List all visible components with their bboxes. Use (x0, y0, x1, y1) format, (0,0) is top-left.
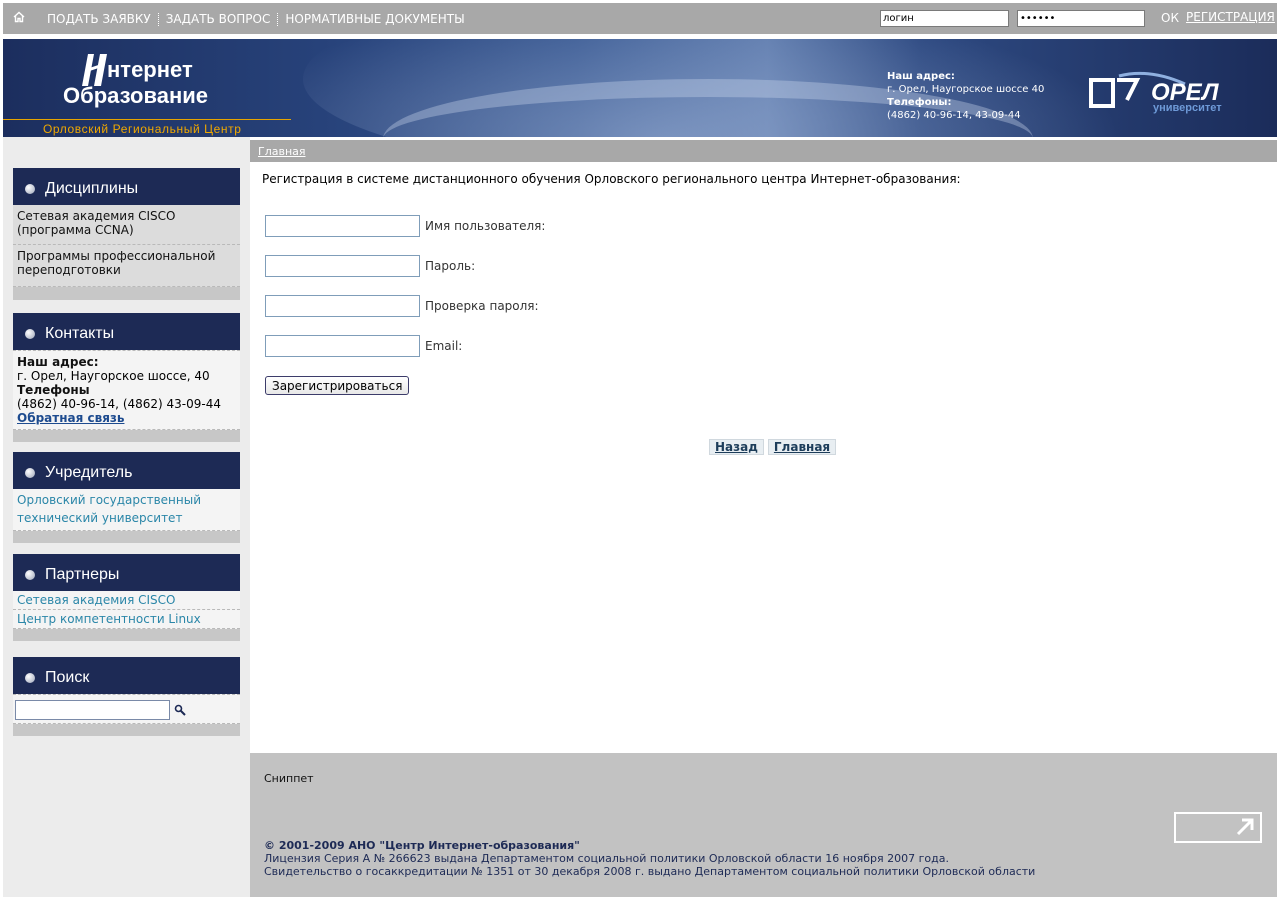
register-button[interactable]: Зарегистрироваться (265, 376, 410, 395)
counter-arrow-icon (1236, 818, 1254, 836)
header-phones-value: (4862) 40-96-14, 43-09-44 (887, 110, 1021, 121)
password-confirm-label: Проверка пароля: (425, 299, 539, 313)
bullet-icon (25, 329, 35, 339)
founder-header: Учредитель (13, 452, 240, 489)
founder-title: Учредитель (45, 464, 133, 481)
search-input[interactable] (15, 700, 170, 720)
footer-snippet: Сниппет (264, 772, 314, 785)
contacts-header: Контакты (13, 313, 240, 350)
search-header: Поиск (13, 657, 240, 694)
register-link[interactable]: РЕГИСТРАЦИЯ (1186, 10, 1275, 24)
nav-ask[interactable]: ЗАДАТЬ ВОПРОС (166, 12, 271, 26)
contacts-info: Наш адрес: г. Орел, Наугорское шоссе, 40… (13, 350, 240, 430)
search-title: Поиск (45, 669, 90, 686)
contacts-addr-value: г. Орел, Наугорское шоссе, 40 (17, 369, 210, 383)
login-input[interactable] (880, 10, 1009, 27)
logo-rule (3, 119, 291, 120)
breadcrumb: Главная (250, 140, 1277, 162)
university-logo-sub: университет (1153, 102, 1222, 114)
partners-title: Партнеры (45, 566, 120, 583)
username-label: Имя пользователя: (425, 219, 546, 233)
home-icon[interactable] (13, 11, 27, 25)
username-field[interactable] (265, 215, 420, 237)
search-block: Поиск (13, 657, 240, 736)
email-label: Email: (425, 339, 463, 353)
password-label: Пароль: (425, 259, 476, 273)
partners-block: Партнеры Сетевая академия CISCO Центр ко… (13, 554, 240, 641)
nav-docs[interactable]: НОРМАТИВНЫЕ ДОКУМЕНТЫ (285, 12, 464, 26)
email-field[interactable] (265, 335, 420, 357)
nav-apply[interactable]: ПОДАТЬ ЗАЯВКУ (47, 12, 151, 26)
password-confirm-row: Проверка пароля: (265, 295, 539, 317)
partners-header: Партнеры (13, 554, 240, 591)
disciplines-header: Дисциплины (13, 168, 240, 205)
sidebar-item-linux[interactable]: Центр компетентности Linux (13, 610, 240, 629)
block-footer (13, 531, 240, 543)
search-icon[interactable] (174, 704, 186, 716)
password-input[interactable] (1017, 10, 1145, 27)
bullet-icon (25, 468, 35, 478)
sidebar-item-cisco-ccna[interactable]: Сетевая академия CISCO (программа CCNA) (13, 205, 240, 245)
block-footer (13, 724, 240, 736)
login-ok-button[interactable]: ОК (1161, 11, 1179, 25)
password-field[interactable] (265, 255, 420, 277)
bullet-icon (25, 184, 35, 194)
contacts-phones-label: Телефоны (17, 383, 90, 397)
header-addr-value: г. Орел, Наугорское шоссе 40 (887, 84, 1045, 95)
footer-license: Лицензия Серия А № 266623 выдана Департа… (264, 852, 949, 865)
top-nav: ПОДАТЬ ЗАЯВКУ ЗАДАТЬ ВОПРОС НОРМАТИВНЫЕ … (47, 11, 465, 27)
password-row: Пароль: (265, 255, 475, 277)
bullet-icon (25, 570, 35, 580)
nav-separator (277, 12, 279, 26)
header-addr-label: Наш адрес: (887, 71, 955, 82)
contacts-phones-value: (4862) 40-96-14, (4862) 43-09-44 (17, 397, 221, 411)
footer-copyright: © 2001-2009 АНО "Центр Интернет-образова… (264, 839, 580, 852)
password-confirm-field[interactable] (265, 295, 420, 317)
sidebar-item-retraining[interactable]: Программы профессиональной переподготовк… (13, 245, 240, 287)
header-address: Наш адрес: г. Орел, Наугорское шоссе 40 … (887, 70, 1044, 122)
bottom-nav: Назад Главная (709, 439, 837, 455)
header-phones-label: Телефоны: (887, 97, 952, 108)
counter-badge[interactable] (1174, 812, 1262, 843)
block-footer (13, 430, 240, 442)
nav-separator (157, 12, 159, 26)
disciplines-title: Дисциплины (45, 180, 139, 197)
contacts-block: Контакты Наш адрес: г. Орел, Наугорское … (13, 313, 240, 442)
footer-accreditation: Свидетельство о госаккредитации № 1351 о… (264, 865, 1036, 878)
disciplines-block: Дисциплины Сетевая академия CISCO (прогр… (13, 168, 240, 300)
email-row: Email: (265, 335, 462, 357)
contacts-addr-label: Наш адрес: (17, 355, 99, 369)
logo-line2: Образование (63, 83, 208, 108)
bullet-icon (25, 673, 35, 683)
university-logo[interactable]: ОРЕЛ университет (1089, 70, 1241, 114)
username-row: Имя пользователя: (265, 215, 545, 237)
footer: Сниппет © 2001-2009 АНО "Центр Интернет-… (250, 753, 1277, 897)
search-row (13, 694, 240, 724)
sidebar-item-cisco[interactable]: Сетевая академия CISCO (13, 591, 240, 610)
logo-subtitle: Орловский Региональный Центр (43, 122, 242, 136)
home-link[interactable]: Главная (767, 439, 837, 455)
footer-legal: © 2001-2009 АНО "Центр Интернет-образова… (264, 839, 1035, 878)
back-link[interactable]: Назад (709, 439, 764, 455)
block-footer (13, 629, 240, 641)
breadcrumb-home-link[interactable]: Главная (258, 145, 306, 158)
sidebar: Дисциплины Сетевая академия CISCO (прогр… (3, 137, 250, 897)
contacts-title: Контакты (45, 325, 115, 342)
feedback-link[interactable]: Обратная связь (17, 411, 124, 425)
founder-block: Учредитель Орловский государственный тех… (13, 452, 240, 543)
block-footer (13, 287, 240, 300)
page-title: Регистрация в системе дистанционного обу… (262, 172, 961, 186)
logo-line1: нтернет (107, 57, 193, 82)
sidebar-item-ogtu[interactable]: Орловский государственный технический ун… (13, 489, 240, 531)
site-header: нтернет Образование Орловский Региональн… (3, 39, 1277, 137)
top-bar: ПОДАТЬ ЗАЯВКУ ЗАДАТЬ ВОПРОС НОРМАТИВНЫЕ … (3, 3, 1277, 34)
